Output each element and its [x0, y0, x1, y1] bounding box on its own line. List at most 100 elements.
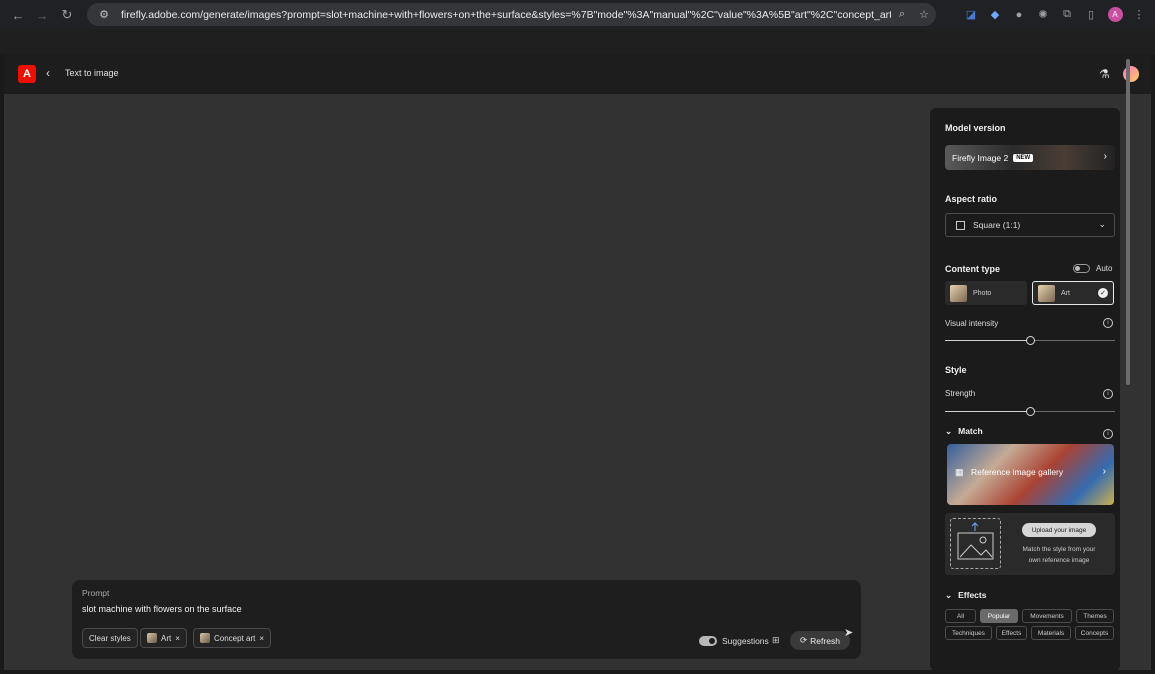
address-bar[interactable]: ⚙ firefly.adobe.com/generate/images?prom… — [87, 3, 936, 26]
refresh-button[interactable]: ⟳ Refresh — [790, 631, 850, 650]
art-thumbnail — [1038, 284, 1055, 302]
url-text[interactable]: firefly.adobe.com/generate/images?prompt… — [121, 9, 891, 21]
app-header: A ‹ Text to image ⚗ — [4, 54, 1151, 94]
firefly-app: A ‹ Text to image ⚗ Prompt slot machine … — [4, 54, 1151, 671]
suggestions-settings-icon[interactable]: ⊞ — [772, 635, 780, 646]
site-info-icon[interactable]: ⚙ — [93, 8, 115, 21]
suggestions-label: Suggestions — [722, 636, 769, 646]
info-icon[interactable]: i — [1103, 389, 1113, 399]
content-type-title: Content type — [945, 264, 1000, 274]
model-version-card[interactable]: Firefly Image 2 NEW › — [945, 145, 1115, 170]
style-chip-concept-art[interactable]: Concept art × — [193, 628, 272, 648]
grid-icon: ▦ — [955, 467, 964, 477]
effects-section-toggle[interactable]: ⌄ Effects — [945, 590, 986, 601]
zoom-icon[interactable]: ⌕ — [891, 8, 913, 21]
window-gap — [0, 29, 1155, 54]
effect-tab-movements[interactable]: Movements — [1022, 609, 1072, 623]
effect-tab-all[interactable]: All — [945, 609, 976, 623]
auto-label: Auto — [1096, 264, 1113, 273]
effect-tab-effects[interactable]: Effects — [996, 626, 1027, 640]
chip-thumbnail — [147, 633, 157, 643]
effect-tab-themes[interactable]: Themes — [1076, 609, 1114, 623]
effect-tab-techniques[interactable]: Techniques — [945, 626, 992, 640]
aspect-ratio-title: Aspect ratio — [945, 194, 998, 204]
upload-reference-box[interactable]: Upload your image Match the style from y… — [945, 513, 1115, 575]
browser-toolbar: ← → ↻ ⚙ firefly.adobe.com/generate/image… — [0, 0, 1155, 29]
effect-tab-materials[interactable]: Materials — [1031, 626, 1071, 640]
info-icon[interactable]: i — [1103, 429, 1113, 439]
chevron-right-icon: › — [1103, 151, 1107, 162]
new-badge: NEW — [1013, 153, 1034, 162]
avatar[interactable]: A — [1107, 7, 1123, 22]
chip-thumbnail — [200, 633, 210, 643]
effect-tab-popular[interactable]: Popular — [980, 609, 1018, 623]
auto-toggle[interactable] — [1073, 264, 1090, 273]
chip-label: Concept art — [214, 633, 256, 643]
settings-panel: Model version Firefly Image 2 NEW › Aspe… — [930, 108, 1120, 671]
panel-scrollbar[interactable] — [1126, 59, 1130, 385]
reference-gallery-label: Reference image gallery — [971, 467, 1064, 477]
flask-icon[interactable]: ⚗ — [1099, 67, 1110, 81]
extension-icon[interactable]: ✺ — [1033, 5, 1053, 25]
reference-gallery-card[interactable]: ▦ Reference image gallery › — [947, 444, 1114, 505]
chevron-left-icon[interactable]: ‹ — [46, 66, 50, 80]
prompt-input[interactable]: slot machine with flowers on the surface — [82, 604, 242, 614]
effects-title: Effects — [958, 590, 987, 600]
reload-icon[interactable]: ↻ — [55, 3, 79, 27]
bookmark-star-icon[interactable]: ☆ — [913, 8, 935, 21]
image-canvas: Prompt slot machine with flowers on the … — [4, 94, 931, 670]
prompt-box: Prompt slot machine with flowers on the … — [72, 580, 861, 659]
checkmark-icon: ✓ — [1098, 288, 1108, 298]
aspect-ratio-value: Square (1:1) — [973, 220, 1021, 230]
close-icon[interactable]: × — [259, 634, 264, 643]
chevron-down-icon: ⌄ — [945, 426, 953, 436]
content-type-art[interactable]: Art ✓ — [1032, 281, 1114, 305]
visual-intensity-label: Visual intensity — [945, 319, 999, 328]
square-icon — [956, 220, 965, 230]
slider-fill — [945, 340, 1030, 341]
strength-slider[interactable] — [945, 407, 1115, 416]
model-name: Firefly Image 2 — [952, 152, 1009, 163]
photo-label: Photo — [973, 289, 992, 297]
slider-thumb[interactable] — [1025, 407, 1035, 416]
mouse-cursor-icon: ➤ — [844, 627, 854, 639]
chevron-down-icon: ⌄ — [1098, 219, 1106, 229]
aspect-ratio-dropdown[interactable]: Square (1:1) ⌄ — [945, 213, 1115, 237]
photo-thumbnail — [950, 284, 967, 302]
match-section-toggle[interactable]: ⌄ Match — [945, 426, 983, 437]
image-upload-icon[interactable] — [950, 518, 1001, 569]
model-version-title: Model version — [945, 123, 1006, 133]
visual-intensity-slider[interactable] — [945, 336, 1115, 345]
extension-icon[interactable]: ◪ — [961, 5, 981, 25]
upload-image-button[interactable]: Upload your image — [1022, 523, 1096, 537]
puzzle-icon[interactable]: ⧉ — [1057, 5, 1077, 25]
sidebar-icon[interactable]: ▯ — [1081, 5, 1101, 25]
forward-icon[interactable]: → — [30, 3, 54, 27]
extension-icon[interactable]: ◆ — [985, 5, 1005, 25]
art-label: Art — [1061, 289, 1070, 297]
page-title: Text to image — [65, 68, 119, 78]
close-icon[interactable]: × — [175, 634, 180, 643]
chip-label: Art — [161, 633, 172, 643]
refresh-icon: ⟳ — [800, 635, 808, 645]
menu-kebab-icon[interactable]: ⋮ — [1129, 5, 1149, 25]
profile-button[interactable]: A — [1105, 5, 1125, 25]
chevron-right-icon: › — [1102, 466, 1106, 477]
clear-styles-button[interactable]: Clear styles — [82, 628, 138, 648]
clear-styles-label: Clear styles — [89, 633, 131, 643]
effect-tab-concepts[interactable]: Concepts — [1075, 626, 1114, 640]
content-type-photo[interactable]: Photo — [945, 281, 1027, 305]
back-icon[interactable]: ← — [6, 3, 30, 27]
match-title: Match — [958, 426, 983, 436]
style-chip-art[interactable]: Art × — [140, 628, 187, 648]
suggestions-toggle[interactable] — [699, 636, 717, 646]
slider-fill — [945, 411, 1030, 412]
info-icon[interactable]: i — [1103, 318, 1113, 328]
window-bottom-edge — [0, 670, 1155, 674]
strength-label: Strength — [945, 389, 976, 398]
adobe-logo-icon[interactable]: A — [18, 65, 36, 83]
extension-icon[interactable]: ● — [1009, 5, 1029, 25]
slider-thumb[interactable] — [1025, 336, 1035, 345]
prompt-label: Prompt — [82, 588, 110, 598]
chevron-down-icon: ⌄ — [945, 590, 953, 600]
